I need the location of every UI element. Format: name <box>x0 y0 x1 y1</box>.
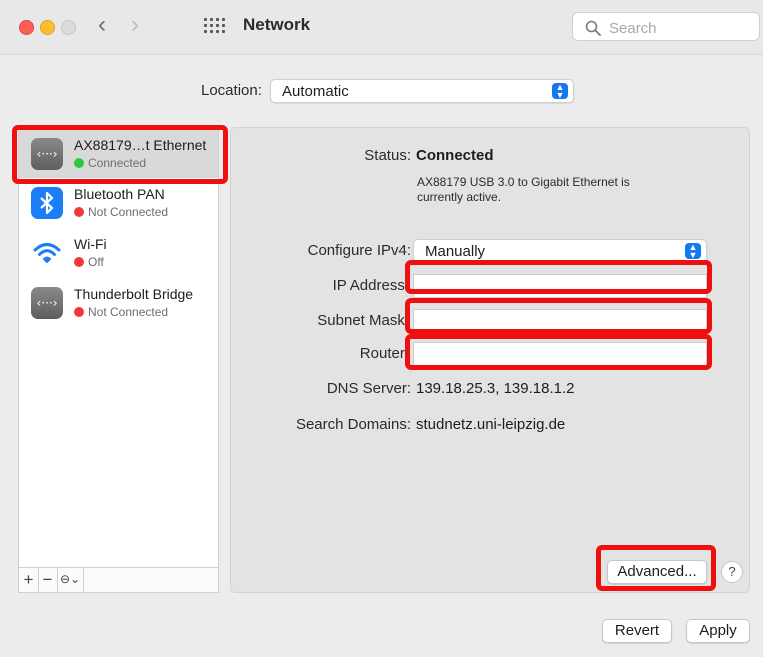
status-dot-red-icon <box>74 257 84 267</box>
window-title: Network <box>243 15 311 34</box>
highlight-advanced-button <box>596 545 716 591</box>
search-domains-value: studnetz.uni-leipzig.de <box>416 416 566 433</box>
chevron-updown-icon: ▲ ▼ <box>552 83 568 100</box>
help-button[interactable]: ? <box>721 561 743 583</box>
status-value: Connected <box>416 147 494 164</box>
close-window-button[interactable] <box>19 20 34 35</box>
service-item-bluetooth-pan[interactable]: Bluetooth PAN Not Connected <box>19 179 218 227</box>
service-status-text: Off <box>88 255 104 269</box>
service-name: Thunderbolt Bridge <box>74 286 194 302</box>
service-status-text: Not Connected <box>88 205 169 219</box>
remove-service-button[interactable]: − <box>38 568 58 592</box>
show-all-grid-icon[interactable] <box>204 18 225 34</box>
apply-button[interactable]: Apply <box>686 619 750 643</box>
search-domains-label: Search Domains: <box>295 416 411 433</box>
status-dot-red-icon <box>74 207 84 217</box>
dns-server-label: DNS Server: <box>326 380 411 397</box>
ethernet-icon: ‹···› <box>31 287 63 319</box>
revert-button[interactable]: Revert <box>602 619 672 643</box>
location-select[interactable]: Automatic ▲ ▼ <box>270 79 574 103</box>
ip-address-label: IP Address: <box>332 277 409 294</box>
location-label: Location: <box>201 82 262 99</box>
add-service-button[interactable]: + <box>19 568 39 592</box>
service-name: Wi-Fi <box>74 236 107 252</box>
back-button[interactable]: ‹ <box>98 13 106 37</box>
highlight-ip-address <box>405 260 712 294</box>
search-input[interactable] <box>607 17 751 39</box>
bluetooth-icon <box>31 187 63 219</box>
service-list: ‹···› AX88179…t Ethernet Connected Bluet… <box>18 127 219 593</box>
highlight-ethernet-service <box>12 125 228 184</box>
service-item-wifi[interactable]: Wi-Fi Off <box>19 229 218 277</box>
network-preferences-window: ‹ › Network Location: Automatic ▲▼ ‹···›… <box>0 0 763 657</box>
service-item-thunderbolt-bridge[interactable]: ‹···› Thunderbolt Bridge Not Connected <box>19 279 218 327</box>
configure-ipv4-label: Configure IPv4: <box>307 242 411 259</box>
service-name: Bluetooth PAN <box>74 186 165 202</box>
dns-server-value: 139.18.25.3, 139.18.1.2 <box>416 380 575 397</box>
status-label: Status: <box>364 147 411 164</box>
chevron-updown-icon: ▲ ▼ <box>685 243 701 260</box>
service-status: Off <box>74 255 104 269</box>
action-menu-button[interactable]: ⊖⌄ <box>57 568 84 592</box>
search-icon <box>585 20 601 36</box>
service-list-toolbar: + − ⊖⌄ <box>19 567 218 592</box>
highlight-subnet-mask <box>405 298 712 334</box>
status-description: AX88179 USB 3.0 to Gigabit Ethernet is c… <box>417 175 630 204</box>
router-label: Router: <box>359 345 409 362</box>
service-status: Not Connected <box>74 205 168 219</box>
minimize-window-button[interactable] <box>40 20 55 35</box>
forward-button[interactable]: › <box>131 13 139 37</box>
service-status-text: Not Connected <box>88 305 169 319</box>
service-status: Not Connected <box>74 305 168 319</box>
highlight-router <box>405 334 712 370</box>
title-bar: ‹ › Network <box>0 0 763 55</box>
location-value: Automatic <box>282 83 349 100</box>
wifi-icon <box>31 237 63 269</box>
zoom-window-button[interactable] <box>61 20 76 35</box>
subnet-mask-label: Subnet Mask: <box>317 312 409 329</box>
search-field[interactable] <box>572 12 760 41</box>
status-dot-red-icon <box>74 307 84 317</box>
configure-ipv4-value: Manually <box>425 243 486 260</box>
